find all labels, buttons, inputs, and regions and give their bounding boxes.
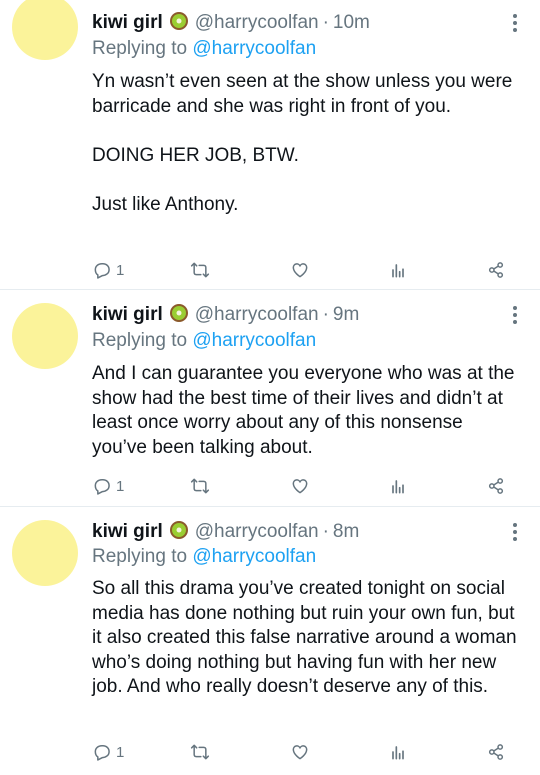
retweet-button[interactable] — [190, 474, 210, 498]
more-vertical-icon[interactable] — [512, 306, 518, 328]
retweet-icon — [190, 262, 210, 278]
reply-button[interactable]: 1 — [92, 474, 124, 498]
tweet-text: Yn wasn’t even seen at the show unless y… — [92, 71, 513, 215]
replying-to: Replying to @harrycoolfan — [92, 544, 316, 570]
more-vertical-icon[interactable] — [512, 523, 518, 545]
tweet-text: So all this drama you’ve created tonight… — [92, 578, 517, 697]
tweet[interactable]: kiwi girl @harrycoolfan · 9m Replying to @h… — [0, 290, 540, 507]
share-icon — [488, 478, 504, 494]
separator-dot: · — [322, 12, 329, 33]
share-button[interactable] — [486, 740, 506, 764]
analytics-button[interactable] — [388, 474, 408, 498]
tweet-actions: 1 — [92, 474, 522, 498]
avatar[interactable] — [12, 303, 78, 369]
tweet-header: kiwi girl @harrycoolfan · 9m — [92, 302, 359, 328]
reply-mention-link[interactable]: @harrycoolfan — [192, 330, 316, 351]
avatar[interactable] — [12, 520, 78, 586]
retweet-icon — [190, 478, 210, 494]
separator-dot: · — [322, 304, 329, 325]
more-vertical-icon[interactable] — [512, 14, 518, 36]
heart-icon — [292, 479, 308, 494]
heart-icon — [292, 745, 308, 760]
user-handle[interactable]: @harrycoolfan — [195, 521, 319, 542]
display-name[interactable]: kiwi girl — [92, 521, 163, 542]
timestamp[interactable]: 9m — [333, 304, 359, 325]
replying-to-label: Replying to — [92, 330, 188, 351]
display-name[interactable]: kiwi girl — [92, 12, 163, 33]
like-button[interactable] — [290, 740, 310, 764]
reply-icon — [94, 745, 110, 761]
share-button[interactable] — [486, 474, 506, 498]
kiwi-emoji-icon — [169, 304, 188, 322]
share-icon — [488, 744, 504, 760]
reply-count: 1 — [116, 261, 125, 279]
retweet-icon — [190, 744, 210, 760]
analytics-icon — [392, 746, 404, 760]
reply-button[interactable]: 1 — [92, 740, 124, 764]
separator-dot: · — [322, 521, 329, 542]
reply-mention-link[interactable]: @harrycoolfan — [192, 38, 316, 59]
replying-to: Replying to @harrycoolfan — [92, 36, 316, 62]
tweet[interactable]: kiwi girl @harrycoolfan · 8m Replying to @h… — [0, 507, 540, 775]
reply-count: 1 — [116, 743, 125, 761]
reply-count: 1 — [116, 477, 125, 495]
replying-to-label: Replying to — [92, 38, 188, 59]
heart-icon — [292, 263, 308, 278]
tweet-actions: 1 — [92, 740, 522, 764]
like-button[interactable] — [290, 474, 310, 498]
share-icon — [488, 262, 504, 278]
analytics-icon — [392, 264, 404, 278]
like-button[interactable] — [290, 258, 310, 282]
retweet-button[interactable] — [190, 740, 210, 764]
tweet-header: kiwi girl @harrycoolfan · 10m — [92, 10, 370, 36]
tweet[interactable]: kiwi girl @harrycoolfan · 10m Replying to @… — [0, 0, 540, 290]
timestamp[interactable]: 10m — [333, 12, 370, 33]
analytics-button[interactable] — [388, 258, 408, 282]
user-handle[interactable]: @harrycoolfan — [195, 12, 319, 33]
reply-icon — [94, 479, 110, 495]
tweet-header: kiwi girl @harrycoolfan · 8m — [92, 519, 359, 545]
share-button[interactable] — [486, 258, 506, 282]
retweet-button[interactable] — [190, 258, 210, 282]
timestamp[interactable]: 8m — [333, 521, 359, 542]
reply-button[interactable]: 1 — [92, 258, 124, 282]
reply-icon — [94, 263, 110, 279]
avatar[interactable] — [12, 0, 78, 60]
tweet-actions: 1 — [92, 258, 522, 282]
kiwi-emoji-icon — [169, 521, 188, 539]
replying-to: Replying to @harrycoolfan — [92, 328, 316, 354]
reply-mention-link[interactable]: @harrycoolfan — [192, 546, 316, 567]
tweet-text: And I can guarantee you everyone who was… — [92, 363, 515, 458]
display-name[interactable]: kiwi girl — [92, 304, 163, 325]
replying-to-label: Replying to — [92, 546, 188, 567]
user-handle[interactable]: @harrycoolfan — [195, 304, 319, 325]
analytics-icon — [392, 480, 404, 494]
kiwi-emoji-icon — [169, 12, 188, 30]
analytics-button[interactable] — [388, 740, 408, 764]
